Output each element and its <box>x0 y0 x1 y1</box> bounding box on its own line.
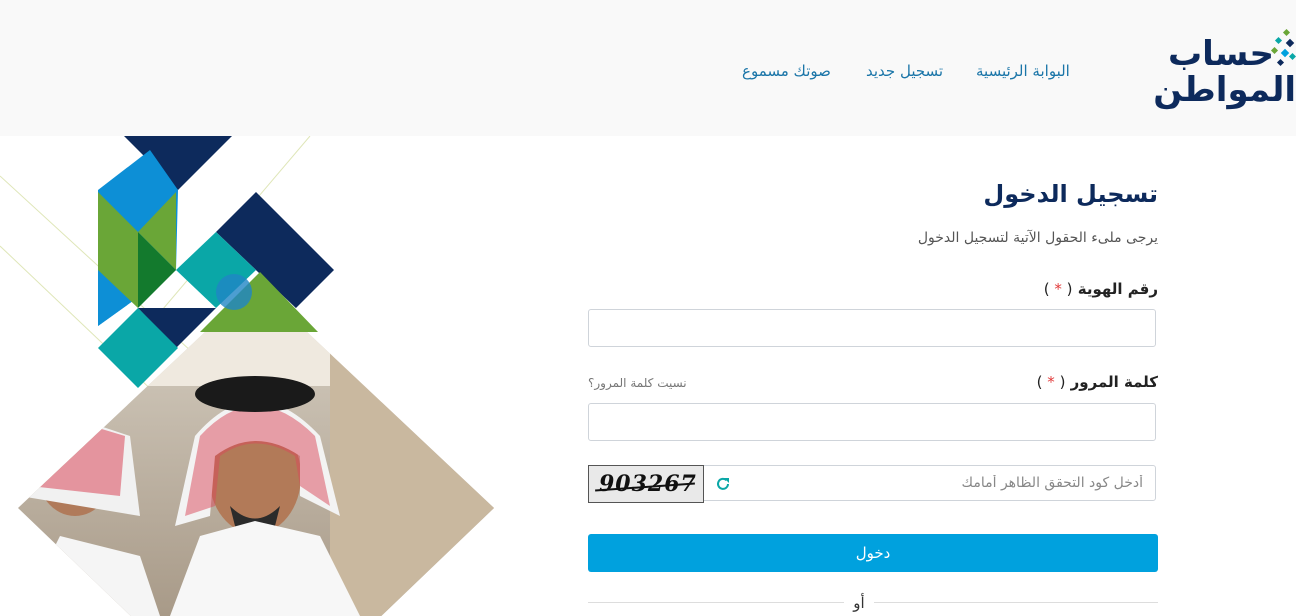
hero-graphic <box>0 136 500 616</box>
logo-text-line2: المواطن <box>1153 70 1296 110</box>
password-label-text: كلمة المرور <box>1070 373 1158 391</box>
nav-link-main-portal[interactable]: البوابة الرئيسية <box>976 62 1070 80</box>
login-button[interactable]: دخول <box>588 534 1158 572</box>
required-marker: ( * ) <box>1036 373 1066 391</box>
required-marker: ( * ) <box>1043 280 1073 298</box>
citizen-account-logo[interactable]: حساب المواطن <box>1152 26 1296 116</box>
id-number-label: رقم الهوية ( * ) <box>1044 280 1158 298</box>
site-header: حساب المواطن البوابة الرئيسية تسجيل جديد… <box>0 0 1296 136</box>
password-input[interactable] <box>588 403 1156 441</box>
nav-link-new-registration[interactable]: تسجيل جديد <box>866 62 943 80</box>
forgot-password-link[interactable]: نسيت كلمة المرور؟ <box>588 376 687 390</box>
captcha-input[interactable] <box>739 466 1155 500</box>
hero-illustration <box>0 136 494 616</box>
required-star: * <box>1047 373 1055 391</box>
captcha-row: 903267 <box>588 465 1156 503</box>
required-star: * <box>1054 280 1062 298</box>
page-title: تسجيل الدخول <box>983 180 1158 208</box>
or-label: أو <box>844 594 874 612</box>
nav-link-your-voice[interactable]: صوتك مسموع <box>742 62 831 80</box>
refresh-icon[interactable] <box>715 476 731 492</box>
id-number-label-text: رقم الهوية <box>1077 280 1158 298</box>
logo-text-line1: حساب <box>1167 34 1274 74</box>
id-number-input[interactable] <box>588 309 1156 347</box>
captcha-image: 903267 <box>588 465 704 503</box>
page-subtitle: يرجى ملىء الحقول الآتية لتسجيل الدخول <box>917 230 1158 246</box>
password-label: كلمة المرور ( * ) <box>1037 373 1158 391</box>
